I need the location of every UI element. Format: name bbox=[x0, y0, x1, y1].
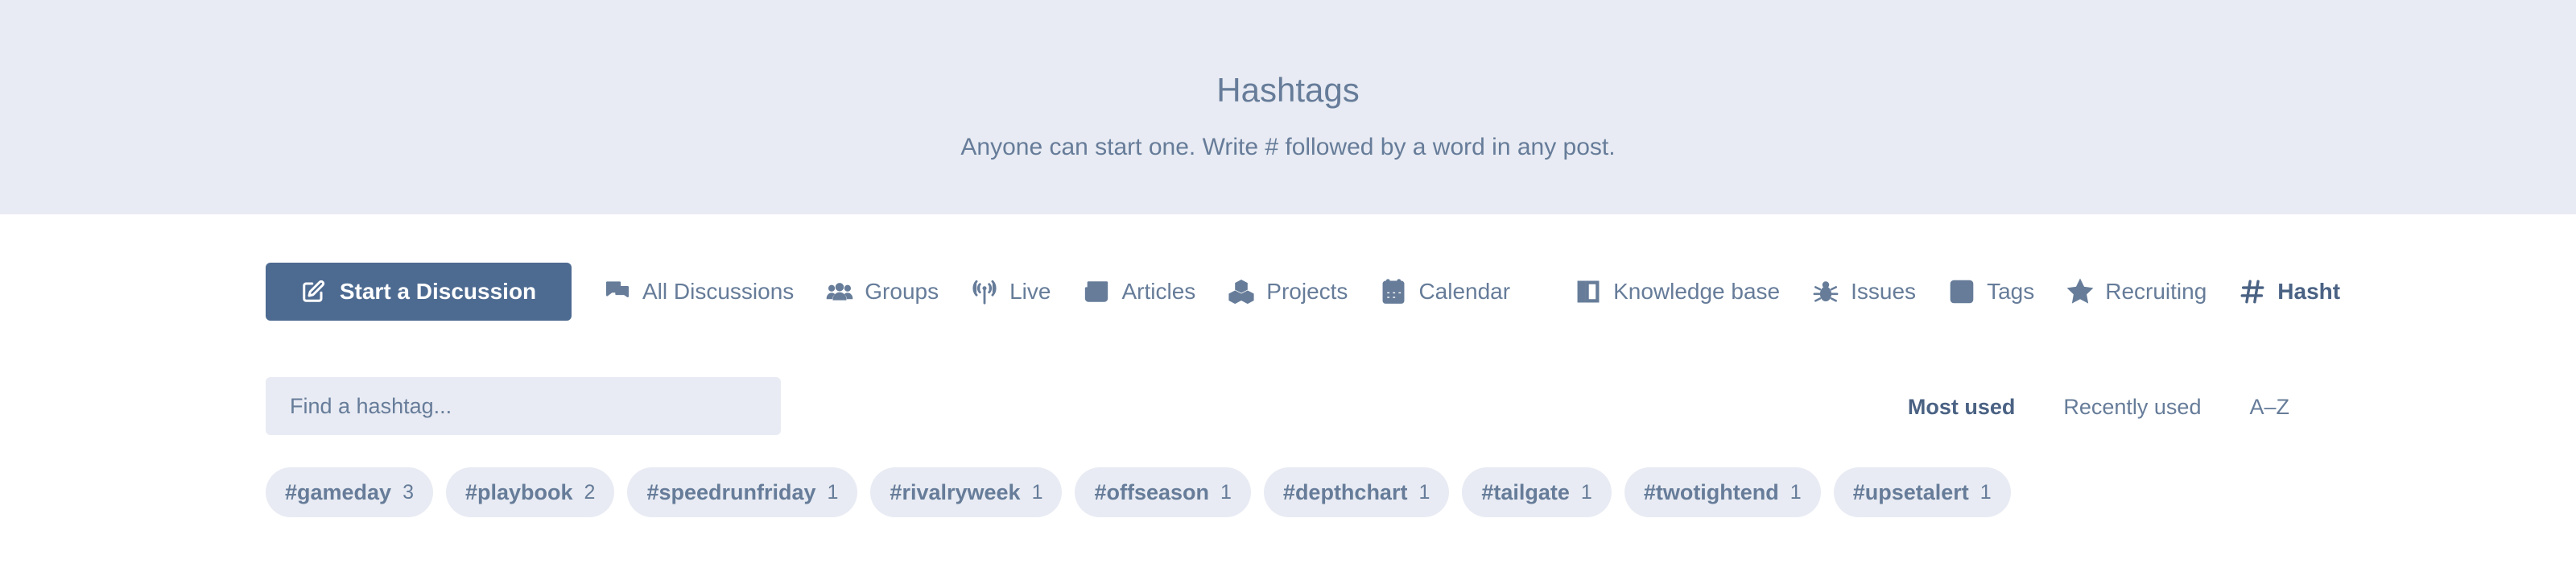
hashtag-name: #rivalryweek bbox=[890, 479, 1021, 504]
hashtag-chip[interactable]: #playbook 2 bbox=[445, 467, 615, 517]
hashtag-chip[interactable]: #speedrunfriday 1 bbox=[627, 467, 858, 517]
nav-hashtags[interactable]: Hasht bbox=[2239, 278, 2340, 305]
nav-knowledge-base[interactable]: Knowledge base bbox=[1575, 278, 1780, 305]
hashtag-count: 3 bbox=[402, 480, 414, 504]
book-icon bbox=[1577, 280, 1600, 303]
nav-projects[interactable]: Projects bbox=[1228, 278, 1348, 305]
hashtag-chip[interactable]: #twotightend 1 bbox=[1624, 467, 1821, 517]
grid-icon bbox=[1950, 280, 1974, 304]
nav-recruiting[interactable]: Recruiting bbox=[2066, 278, 2207, 305]
hashtag-chip[interactable]: #tailgate 1 bbox=[1462, 467, 1612, 517]
cubes-icon bbox=[1228, 280, 1254, 305]
edit-icon bbox=[303, 280, 324, 302]
newspaper-icon bbox=[1085, 281, 1108, 302]
hashtag-chip[interactable]: #rivalryweek 1 bbox=[870, 467, 1063, 517]
hashtag-name: #speedrunfriday bbox=[646, 479, 816, 504]
hashtag-name: #tailgate bbox=[1481, 479, 1570, 504]
nav-issues-label: Issues bbox=[1851, 279, 1917, 304]
hashtag-count: 1 bbox=[1790, 480, 1802, 504]
page-title: Hashtags bbox=[1216, 71, 1360, 109]
hashtag-name: #playbook bbox=[464, 479, 573, 504]
nav-bar: Start a Discussion All Discussions Group… bbox=[266, 263, 2340, 321]
nav-knowledge-base-label: Knowledge base bbox=[1613, 279, 1781, 304]
hashtag-name: #twotightend bbox=[1643, 479, 1779, 504]
nav-tags[interactable]: Tags bbox=[1948, 278, 2034, 305]
hashtag-name: #upsetalert bbox=[1852, 479, 1969, 504]
hashtag-name: #offseason bbox=[1094, 479, 1210, 504]
nav-groups[interactable]: Groups bbox=[826, 278, 939, 305]
nav-issues[interactable]: Issues bbox=[1812, 278, 1916, 305]
hashtag-count: 1 bbox=[1418, 480, 1430, 504]
sort-options: Most used Recently used A–Z bbox=[1908, 387, 2289, 427]
hashtag-count: 1 bbox=[1979, 480, 1992, 504]
hashtag-list: #gameday 3 #playbook 2 #speedrunfriday 1… bbox=[266, 467, 2011, 517]
hashtag-name: #depthchart bbox=[1282, 479, 1408, 504]
hashtag-name: #gameday bbox=[285, 479, 392, 504]
nav-projects-label: Projects bbox=[1266, 279, 1348, 304]
page-hero: Hashtags Anyone can start one. Write # f… bbox=[0, 0, 2576, 214]
nav-calendar[interactable]: Calendar bbox=[1380, 278, 1510, 305]
nav-articles-label: Articles bbox=[1121, 279, 1196, 304]
nav-all-discussions[interactable]: All Discussions bbox=[604, 278, 794, 305]
broadcast-icon bbox=[972, 280, 997, 305]
sort-recently-used[interactable]: Recently used bbox=[2063, 395, 2201, 420]
hash-icon bbox=[2240, 280, 2264, 304]
hashtag-count: 1 bbox=[1031, 480, 1043, 504]
hashtag-chip[interactable]: #gameday 3 bbox=[266, 467, 433, 517]
users-icon bbox=[826, 283, 853, 301]
calendar-icon bbox=[1382, 279, 1405, 304]
page-subtitle: Anyone can start one. Write # followed b… bbox=[960, 134, 1616, 160]
hashtag-chip[interactable]: #offseason 1 bbox=[1075, 467, 1251, 517]
sort-a-z[interactable]: A–Z bbox=[2249, 395, 2289, 420]
hashtag-count: 2 bbox=[584, 480, 596, 504]
nav-live-label: Live bbox=[1009, 279, 1051, 304]
chat-icon bbox=[605, 281, 630, 297]
nav-live[interactable]: Live bbox=[971, 278, 1051, 305]
hashtag-count: 1 bbox=[827, 480, 839, 504]
nav-calendar-label: Calendar bbox=[1418, 279, 1511, 304]
nav-hashtags-label: Hasht bbox=[2277, 279, 2341, 304]
nav-tags-label: Tags bbox=[1987, 279, 2035, 304]
hashtag-chip[interactable]: #upsetalert 1 bbox=[1833, 467, 2011, 517]
hashtag-chip[interactable]: #depthchart 1 bbox=[1263, 467, 1450, 517]
hashtag-search-input[interactable] bbox=[266, 377, 781, 435]
star-icon bbox=[2066, 278, 2094, 304]
nav-recruiting-label: Recruiting bbox=[2105, 279, 2207, 304]
bug-icon bbox=[1813, 281, 1839, 302]
nav-groups-label: Groups bbox=[865, 279, 939, 304]
start-discussion-button[interactable]: Start a Discussion bbox=[266, 263, 572, 321]
start-discussion-label: Start a Discussion bbox=[339, 279, 537, 304]
hashtag-count: 1 bbox=[1220, 480, 1232, 504]
nav-all-discussions-label: All Discussions bbox=[642, 279, 795, 304]
hashtag-count: 1 bbox=[1580, 480, 1592, 504]
sort-most-used[interactable]: Most used bbox=[1908, 395, 2016, 420]
nav-articles[interactable]: Articles bbox=[1083, 278, 1195, 305]
